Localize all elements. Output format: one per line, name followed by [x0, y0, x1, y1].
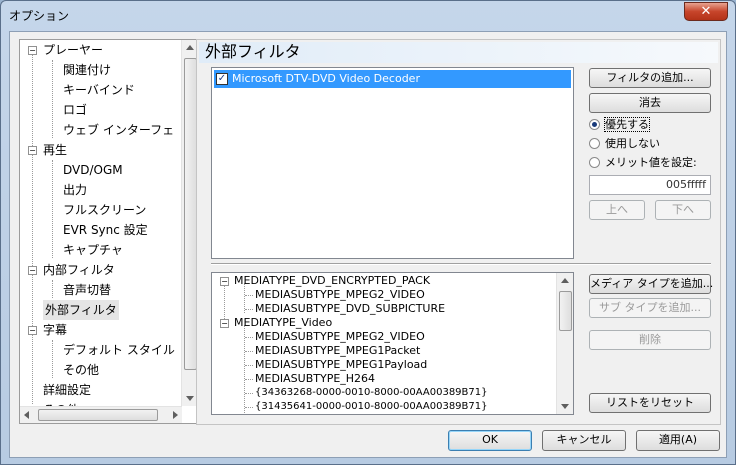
merit-value-field[interactable]: 005fffff	[589, 175, 711, 195]
tree-guide-line	[224, 283, 225, 323]
tree-item-capture[interactable]: キャプチャ	[63, 240, 123, 260]
tree-guide-line	[245, 295, 253, 296]
tree-guide-line	[52, 160, 53, 258]
radio-icon[interactable]	[589, 138, 600, 149]
scroll-up-icon[interactable]	[186, 45, 194, 50]
tree-item-dvd-ogm[interactable]: DVD/OGM	[63, 160, 123, 180]
options-dialog: オプション ✕ − プレーヤー 関連付け キーバインド ロゴ ウェブ インターフ…	[0, 0, 736, 465]
tree-item-audio-switcher[interactable]: 音声切替	[63, 280, 111, 300]
tree-guide-line	[245, 379, 253, 380]
reset-list-button[interactable]: リストをリセット	[589, 393, 711, 413]
move-up-button[interactable]: 上へ	[589, 200, 645, 220]
tree-item-playback[interactable]: 再生	[43, 140, 67, 160]
tree-item-key-bindings[interactable]: キーバインド	[63, 80, 135, 100]
tree-item-player[interactable]: プレーヤー	[43, 40, 103, 60]
tree-item-external-filters[interactable]: 外部フィルタ	[43, 300, 119, 320]
media-type-tree[interactable]: − MEDIATYPE_DVD_ENCRYPTED_PACK MEDIASUBT…	[211, 272, 574, 415]
scroll-thumb-horizontal[interactable]	[38, 409, 158, 421]
dialog-client-area: − プレーヤー 関連付け キーバインド ロゴ ウェブ インターフェ − 再生 D…	[9, 31, 727, 458]
radio-selected-icon[interactable]	[589, 119, 600, 130]
scroll-left-icon[interactable]	[24, 411, 29, 419]
tree-guide-line	[245, 309, 253, 310]
collapse-icon[interactable]: −	[28, 266, 37, 275]
tree-item-subtitles[interactable]: 字幕	[43, 320, 67, 340]
page-title: 外部フィルタ	[199, 42, 718, 63]
close-button[interactable]: ✕	[684, 2, 728, 21]
tree-item-default-style[interactable]: デフォルト スタイル	[63, 340, 175, 360]
tree-item-fullscreen[interactable]: フルスクリーン	[63, 200, 146, 220]
delete-button[interactable]: 削除	[589, 330, 711, 350]
window-title: オプション	[9, 9, 70, 23]
tree-item-logo[interactable]: ロゴ	[63, 100, 87, 120]
move-down-button[interactable]: 下へ	[655, 200, 711, 220]
filter-name: Microsoft DTV-DVD Video Decoder	[232, 72, 420, 85]
scroll-right-icon[interactable]	[173, 411, 178, 419]
media-subtype-item[interactable]: MEDIASUBTYPE_MPEG1Payload	[255, 358, 427, 372]
collapse-icon[interactable]: −	[28, 46, 37, 55]
media-subtype-item[interactable]: {31435641-0000-0010-8000-00AA00389B71}	[255, 400, 488, 414]
collapse-icon[interactable]: −	[220, 319, 229, 328]
tree-guide-line	[245, 351, 253, 352]
add-subtype-button[interactable]: サブ タイプを追加...	[589, 298, 711, 318]
tree-guide-line	[52, 340, 53, 378]
media-type-item[interactable]: MEDIATYPE_Video	[234, 316, 332, 330]
title-bar[interactable]: オプション ✕	[1, 1, 735, 31]
scroll-up-icon[interactable]	[561, 278, 569, 283]
collapse-icon[interactable]: −	[28, 326, 37, 335]
tree-guide-line	[52, 280, 53, 298]
media-subtype-item[interactable]: MEDIASUBTYPE_H264	[255, 372, 375, 386]
ok-button[interactable]: OK	[448, 430, 532, 451]
apply-button[interactable]: 適用(A)	[636, 430, 720, 451]
collapse-icon[interactable]: −	[28, 146, 37, 155]
media-subtype-item[interactable]: MEDIASUBTYPE_MPEG2_VIDEO	[255, 330, 425, 344]
scroll-thumb[interactable]	[559, 291, 572, 331]
filter-list-item[interactable]: ✓ Microsoft DTV-DVD Video Decoder	[214, 70, 571, 88]
tree-item-associations[interactable]: 関連付け	[63, 60, 111, 80]
scroll-down-icon[interactable]	[561, 404, 569, 409]
collapse-icon[interactable]: −	[220, 277, 229, 286]
media-tree-scrollbar[interactable]	[556, 273, 573, 414]
tree-item-output[interactable]: 出力	[63, 180, 87, 200]
cancel-button[interactable]: キャンセル	[542, 430, 626, 451]
external-filters-page: 外部フィルタ ✓ Microsoft DTV-DVD Video Decoder…	[196, 39, 721, 425]
tree-guide-line	[245, 365, 253, 366]
filter-list[interactable]: ✓ Microsoft DTV-DVD Video Decoder	[211, 67, 574, 259]
radio-icon[interactable]	[589, 157, 600, 168]
media-subtype-item[interactable]: {34363268-0000-0010-8000-00AA00389B71}	[255, 386, 488, 400]
radio-prefer[interactable]: 優先する	[589, 117, 650, 133]
options-tree[interactable]: − プレーヤー 関連付け キーバインド ロゴ ウェブ インターフェ − 再生 D…	[19, 39, 199, 424]
tree-guide-line	[32, 52, 33, 404]
remove-filter-button[interactable]: 消去	[589, 93, 711, 113]
tree-item-internal-filters[interactable]: 内部フィルタ	[43, 260, 115, 280]
tree-horizontal-scrollbar[interactable]	[20, 406, 182, 423]
media-subtype-item[interactable]: MEDIASUBTYPE_MPEG2_VIDEO	[255, 288, 425, 302]
radio-block[interactable]: 使用しない	[589, 136, 660, 152]
tree-item-misc-subtitles[interactable]: その他	[63, 360, 99, 380]
tree-item-evr-sync[interactable]: EVR Sync 設定	[63, 220, 148, 240]
media-type-item[interactable]: MEDIATYPE_DVD_ENCRYPTED_PACK	[234, 274, 430, 288]
add-media-type-button[interactable]: メディア タイプを追加...	[589, 274, 713, 294]
radio-set-merit[interactable]: メリット値を設定:	[589, 155, 697, 171]
add-filter-button[interactable]: フィルタの追加...	[589, 68, 711, 88]
divider	[211, 263, 711, 265]
tree-item-web-interface[interactable]: ウェブ インターフェ	[63, 120, 174, 140]
tree-guide-line	[245, 337, 253, 338]
tree-item-advanced[interactable]: 詳細設定	[43, 380, 91, 400]
tree-guide-line	[245, 393, 253, 394]
media-subtype-item[interactable]: MEDIASUBTYPE_DVD_SUBPICTURE	[255, 302, 445, 316]
tree-guide-line	[52, 60, 53, 138]
tree-guide-line	[244, 325, 245, 414]
scroll-down-icon[interactable]	[186, 396, 194, 401]
checkbox-checked-icon[interactable]: ✓	[216, 73, 228, 85]
tree-guide-line	[245, 407, 253, 408]
media-subtype-item[interactable]: MEDIASUBTYPE_MPEG1Packet	[255, 344, 420, 358]
